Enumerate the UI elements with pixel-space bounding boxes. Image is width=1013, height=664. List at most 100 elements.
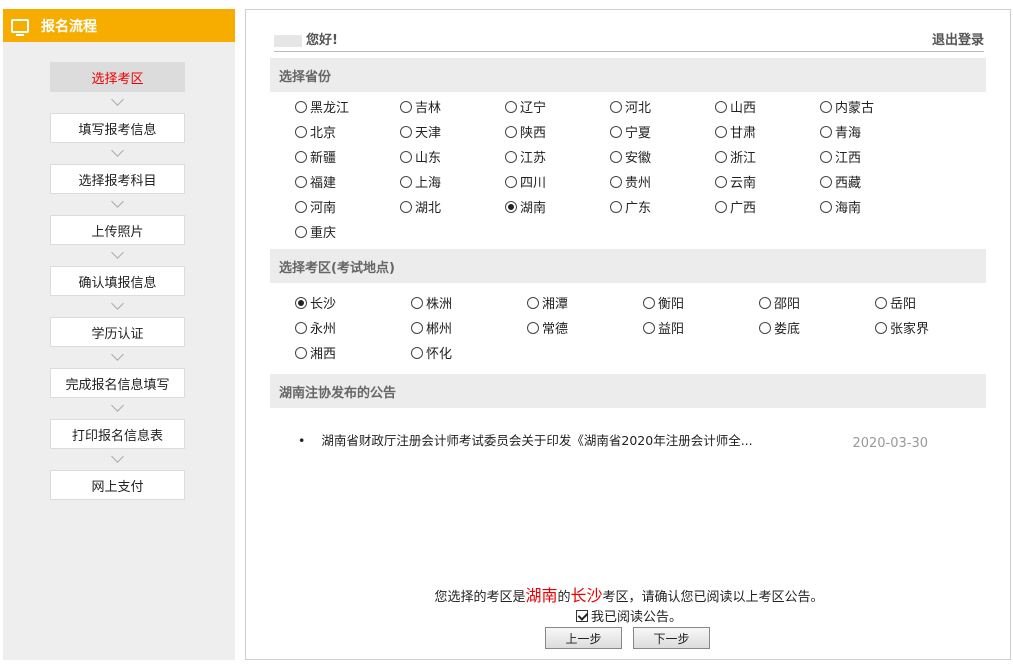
province-option[interactable]: 湖北 xyxy=(400,194,505,219)
province-option[interactable]: 安徽 xyxy=(610,144,715,169)
province-option[interactable]: 江西 xyxy=(820,144,925,169)
radio-button[interactable] xyxy=(400,125,412,138)
area-option[interactable]: 株洲 xyxy=(411,290,527,315)
province-option[interactable]: 天津 xyxy=(400,119,505,144)
province-option[interactable]: 北京 xyxy=(295,119,400,144)
province-option[interactable]: 重庆 xyxy=(295,219,400,244)
area-option[interactable]: 湘潭 xyxy=(527,290,643,315)
province-option[interactable]: 宁夏 xyxy=(610,119,715,144)
radio-button[interactable] xyxy=(643,296,655,309)
area-option[interactable]: 湘西 xyxy=(295,340,411,365)
radio-button[interactable] xyxy=(411,296,423,309)
province-option[interactable]: 山西 xyxy=(715,94,820,119)
province-option[interactable]: 陕西 xyxy=(505,119,610,144)
radio-button[interactable] xyxy=(527,321,539,334)
prev-button[interactable]: 上一步 xyxy=(545,627,622,649)
radio-button[interactable] xyxy=(295,100,307,113)
radio-button[interactable] xyxy=(610,125,622,138)
province-option[interactable]: 河南 xyxy=(295,194,400,219)
radio-button[interactable] xyxy=(820,150,832,163)
province-option[interactable]: 上海 xyxy=(400,169,505,194)
radio-button[interactable] xyxy=(295,150,307,163)
radio-button[interactable] xyxy=(715,100,727,113)
radio-button[interactable] xyxy=(400,200,412,213)
province-option[interactable]: 湖南 xyxy=(505,194,610,219)
province-option[interactable]: 福建 xyxy=(295,169,400,194)
radio-button[interactable] xyxy=(295,225,307,238)
radio-button[interactable] xyxy=(295,125,307,138)
province-option[interactable]: 吉林 xyxy=(400,94,505,119)
step-item[interactable]: 确认填报信息 xyxy=(50,266,185,296)
province-option[interactable]: 浙江 xyxy=(715,144,820,169)
step-item[interactable]: 网上支付 xyxy=(50,470,185,500)
area-option[interactable]: 邵阳 xyxy=(759,290,875,315)
radio-button[interactable] xyxy=(411,346,423,359)
province-option[interactable]: 四川 xyxy=(505,169,610,194)
area-option[interactable]: 郴州 xyxy=(411,315,527,340)
radio-button[interactable] xyxy=(400,100,412,113)
radio-button[interactable] xyxy=(527,296,539,309)
radio-button[interactable] xyxy=(715,150,727,163)
radio-button[interactable] xyxy=(820,100,832,113)
province-option[interactable]: 广西 xyxy=(715,194,820,219)
province-option[interactable]: 青海 xyxy=(820,119,925,144)
radio-button[interactable] xyxy=(400,150,412,163)
area-option[interactable]: 怀化 xyxy=(411,340,527,365)
step-item[interactable]: 完成报名信息填写 xyxy=(50,368,185,398)
radio-button[interactable] xyxy=(400,175,412,188)
area-option[interactable]: 娄底 xyxy=(759,315,875,340)
radio-button[interactable] xyxy=(610,100,622,113)
step-item[interactable]: 选择考区 xyxy=(50,62,185,92)
logout-link[interactable]: 退出登录 xyxy=(932,29,984,48)
radio-button[interactable] xyxy=(643,321,655,334)
radio-button[interactable] xyxy=(505,125,517,138)
area-option[interactable]: 衡阳 xyxy=(643,290,759,315)
step-item[interactable]: 选择报考科目 xyxy=(50,164,185,194)
radio-button[interactable] xyxy=(610,150,622,163)
radio-button[interactable] xyxy=(820,200,832,213)
radio-button[interactable] xyxy=(610,200,622,213)
radio-button[interactable] xyxy=(875,321,887,334)
area-option[interactable]: 益阳 xyxy=(643,315,759,340)
radio-button[interactable] xyxy=(820,175,832,188)
radio-button[interactable] xyxy=(295,346,307,359)
radio-button[interactable] xyxy=(715,175,727,188)
radio-button[interactable] xyxy=(505,175,517,188)
radio-button[interactable] xyxy=(759,321,771,334)
radio-button[interactable] xyxy=(505,150,517,163)
province-option[interactable]: 西藏 xyxy=(820,169,925,194)
next-button[interactable]: 下一步 xyxy=(633,627,710,649)
step-item[interactable]: 打印报名信息表 xyxy=(50,419,185,449)
radio-button[interactable] xyxy=(875,296,887,309)
radio-button[interactable] xyxy=(295,200,307,213)
area-option[interactable]: 永州 xyxy=(295,315,411,340)
province-option[interactable]: 广东 xyxy=(610,194,715,219)
radio-button[interactable] xyxy=(820,125,832,138)
radio-button[interactable] xyxy=(505,100,517,113)
step-item[interactable]: 学历认证 xyxy=(50,317,185,347)
radio-button[interactable] xyxy=(505,200,517,213)
province-option[interactable]: 辽宁 xyxy=(505,94,610,119)
radio-button[interactable] xyxy=(295,321,307,334)
area-option[interactable]: 常德 xyxy=(527,315,643,340)
area-option[interactable]: 岳阳 xyxy=(875,290,991,315)
radio-button[interactable] xyxy=(759,296,771,309)
province-option[interactable]: 甘肃 xyxy=(715,119,820,144)
province-option[interactable]: 贵州 xyxy=(610,169,715,194)
area-option[interactable]: 张家界 xyxy=(875,315,991,340)
radio-button[interactable] xyxy=(295,175,307,188)
province-option[interactable]: 新疆 xyxy=(295,144,400,169)
province-option[interactable]: 海南 xyxy=(820,194,925,219)
province-option[interactable]: 云南 xyxy=(715,169,820,194)
province-option[interactable]: 黑龙江 xyxy=(295,94,400,119)
province-option[interactable]: 河北 xyxy=(610,94,715,119)
province-option[interactable]: 山东 xyxy=(400,144,505,169)
province-option[interactable]: 内蒙古 xyxy=(820,94,925,119)
radio-button[interactable] xyxy=(715,200,727,213)
notice-link[interactable]: 湖南省财政厅注册会计师考试委员会关于印发《湖南省2020年注册会计师全... xyxy=(298,430,752,451)
radio-button[interactable] xyxy=(715,125,727,138)
area-option[interactable]: 长沙 xyxy=(295,290,411,315)
province-option[interactable]: 江苏 xyxy=(505,144,610,169)
step-item[interactable]: 填写报考信息 xyxy=(50,113,185,143)
read-checkbox[interactable] xyxy=(575,609,588,622)
